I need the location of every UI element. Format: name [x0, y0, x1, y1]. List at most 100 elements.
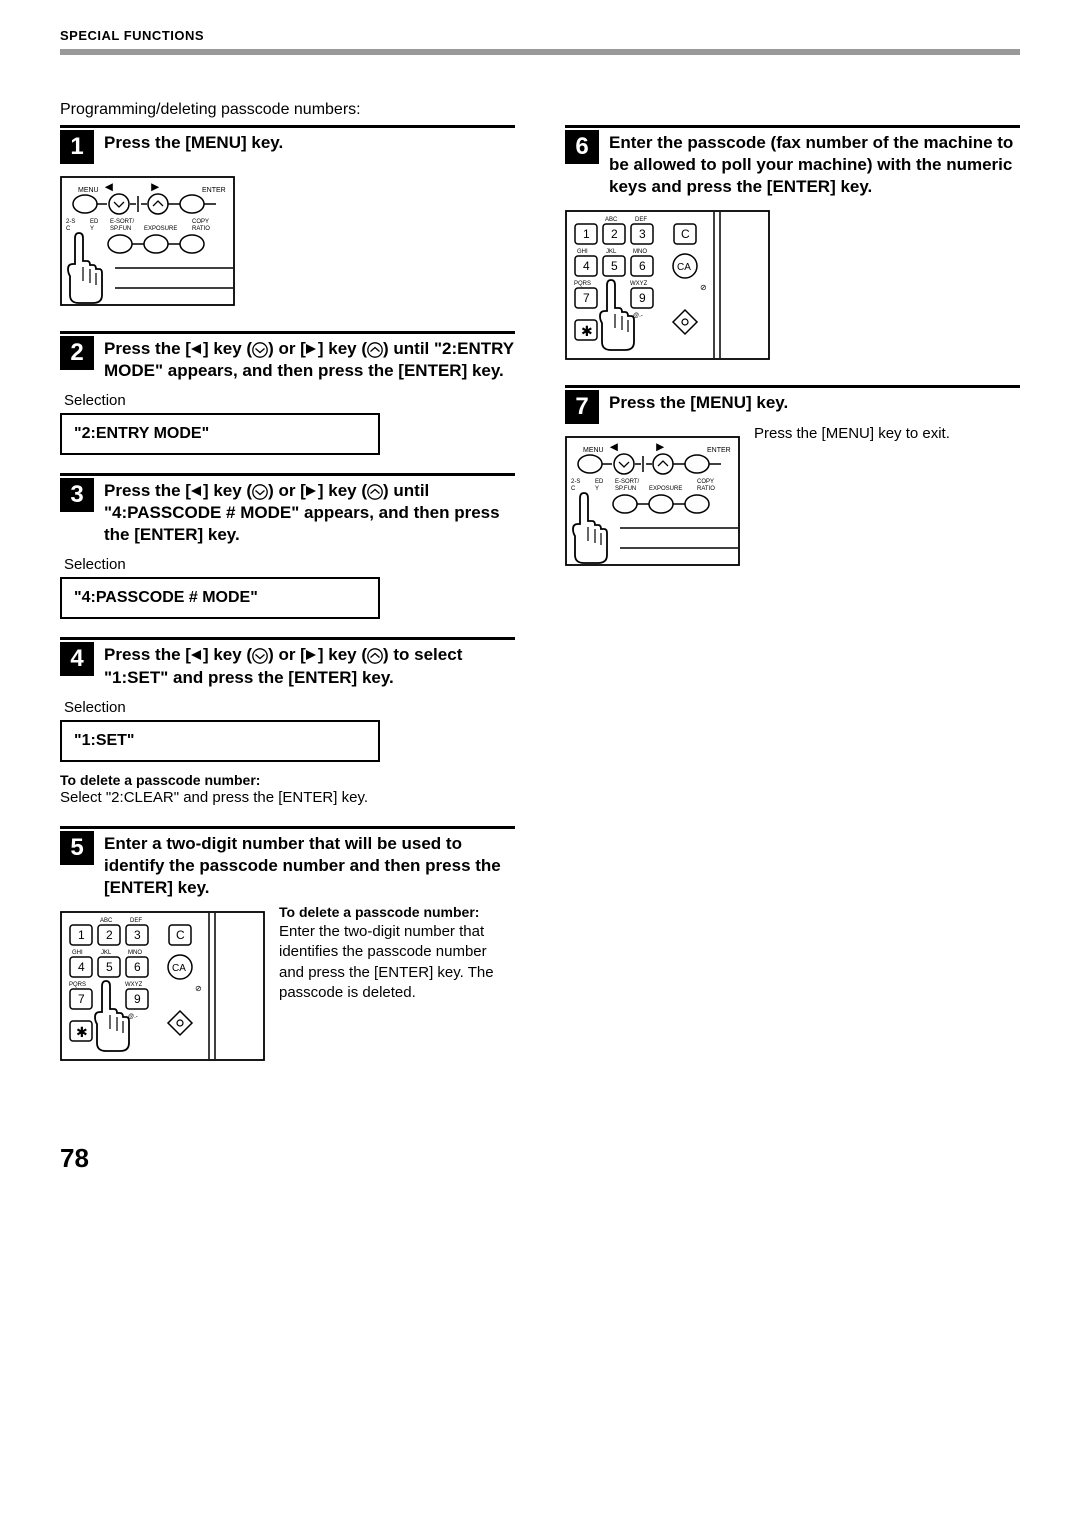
svg-text:3: 3 [134, 928, 141, 942]
left-arrow-icon [191, 486, 203, 497]
step-3: 3 Press the [] key () or [] key () until… [60, 478, 515, 619]
svg-text:MENU: MENU [78, 187, 99, 194]
svg-text:ABC: ABC [100, 918, 113, 924]
step-1: 1 Press the [MENU] key. MENU ENTER [60, 130, 515, 313]
divider [60, 125, 515, 128]
svg-text:EXPOSURE: EXPOSURE [649, 486, 682, 492]
svg-text:CA: CA [677, 262, 691, 273]
step-text: Press the [] key () or [] key () until "… [104, 478, 515, 546]
svg-text:CA: CA [172, 963, 186, 974]
svg-text:4: 4 [78, 960, 85, 974]
svg-text:C: C [571, 486, 576, 492]
step-4: 4 Press the [] key () or [] key () to se… [60, 642, 515, 807]
svg-text:⊘: ⊘ [195, 984, 202, 993]
svg-text:2: 2 [106, 928, 113, 942]
step-number: 4 [60, 642, 94, 676]
up-circle-icon [367, 648, 383, 664]
step-number: 3 [60, 478, 94, 512]
svg-text:4: 4 [583, 259, 590, 273]
svg-text:GHI: GHI [577, 249, 588, 255]
step-number: 6 [565, 130, 599, 164]
right-arrow-icon [306, 486, 318, 497]
svg-text:✱: ✱ [76, 1024, 88, 1040]
step-7: 7 Press the [MENU] key. MENU ENTER [565, 390, 1020, 570]
divider [565, 125, 1020, 128]
step-text: Enter a two-digit number that will be us… [104, 831, 515, 899]
divider [60, 637, 515, 640]
note-body: Select "2:CLEAR" and press the [ENTER] k… [60, 788, 515, 808]
svg-text:SP.FUN: SP.FUN [615, 486, 636, 492]
svg-text:DEF: DEF [635, 217, 647, 223]
note-title: To delete a passcode number: [60, 772, 515, 788]
up-circle-icon [367, 342, 383, 358]
svg-text:5: 5 [611, 259, 618, 273]
keypad-diagram: ABC DEF 1 2 3 C GHI JKL MNO 4 5 [60, 911, 265, 1061]
selection-display: "4:PASSCODE # MODE" [60, 577, 380, 619]
svg-text:E-SORT/: E-SORT/ [110, 219, 135, 225]
svg-text:MNO: MNO [128, 950, 142, 956]
control-panel-diagram: MENU ENTER [60, 176, 235, 306]
svg-text:7: 7 [583, 291, 590, 305]
svg-text:9: 9 [134, 992, 141, 1006]
svg-text:ABC: ABC [605, 217, 618, 223]
step-number: 1 [60, 130, 94, 164]
note-title: To delete a passcode number: [279, 903, 515, 922]
svg-text:SP.FUN: SP.FUN [110, 226, 131, 232]
exit-note: Press the [MENU] key to exit. [754, 424, 1020, 444]
svg-text:RATIO: RATIO [697, 486, 715, 492]
svg-text:ENTER: ENTER [202, 187, 226, 194]
step-number: 2 [60, 336, 94, 370]
step-5: 5 Enter a two-digit number that will be … [60, 831, 515, 1065]
svg-text:Y: Y [90, 226, 94, 232]
svg-text:7: 7 [78, 992, 85, 1006]
svg-text:MNO: MNO [633, 249, 647, 255]
svg-text:ENTER: ENTER [707, 447, 731, 454]
selection-label: Selection [64, 392, 515, 409]
divider [60, 826, 515, 829]
note-body: Enter the two-digit number that identifi… [279, 922, 515, 1003]
control-panel-diagram: MENU ENTER [565, 436, 740, 566]
down-circle-icon [252, 342, 268, 358]
svg-text:MENU: MENU [583, 447, 604, 454]
svg-text:JKL: JKL [101, 950, 112, 956]
svg-text:✱: ✱ [581, 323, 593, 339]
svg-text:COPY: COPY [192, 219, 209, 225]
svg-text:6: 6 [639, 259, 646, 273]
step-2: 2 Press the [] key () or [] key () until… [60, 336, 515, 455]
svg-text:WXYZ: WXYZ [125, 982, 143, 988]
svg-text:EXPOSURE: EXPOSURE [144, 226, 177, 232]
selection-label: Selection [64, 699, 515, 716]
right-arrow-icon [306, 650, 318, 661]
down-circle-icon [252, 484, 268, 500]
svg-text:3: 3 [639, 227, 646, 241]
step-text: Press the [MENU] key. [104, 130, 283, 154]
svg-text:⊘: ⊘ [700, 283, 707, 292]
selection-display: "1:SET" [60, 720, 380, 762]
svg-text:ED: ED [90, 219, 99, 225]
divider [60, 473, 515, 476]
step-text: Press the [] key () or [] key () to sele… [104, 642, 515, 688]
svg-text:1: 1 [78, 928, 85, 942]
step-number: 5 [60, 831, 94, 865]
divider [60, 331, 515, 334]
left-column: 1 Press the [MENU] key. MENU ENTER [60, 125, 515, 1083]
svg-text:JKL: JKL [606, 249, 617, 255]
svg-text:2-S: 2-S [66, 219, 75, 225]
svg-text:6: 6 [134, 960, 141, 974]
page-header: SPECIAL FUNCTIONS [60, 28, 1020, 43]
svg-text:Y: Y [595, 486, 599, 492]
left-arrow-icon [191, 650, 203, 661]
svg-text:RATIO: RATIO [192, 226, 210, 232]
selection-label: Selection [64, 556, 515, 573]
left-arrow-icon [191, 344, 203, 355]
svg-text:1: 1 [583, 227, 590, 241]
up-circle-icon [367, 484, 383, 500]
svg-text:PQRS: PQRS [69, 982, 86, 988]
step-text: Enter the passcode (fax number of the ma… [609, 130, 1020, 198]
svg-text:COPY: COPY [697, 479, 714, 485]
step-text: Press the [MENU] key. [609, 390, 788, 414]
svg-text:C: C [176, 928, 185, 942]
step-6: 6 Enter the passcode (fax number of the … [565, 130, 1020, 367]
header-rule [60, 49, 1020, 55]
selection-display: "2:ENTRY MODE" [60, 413, 380, 455]
